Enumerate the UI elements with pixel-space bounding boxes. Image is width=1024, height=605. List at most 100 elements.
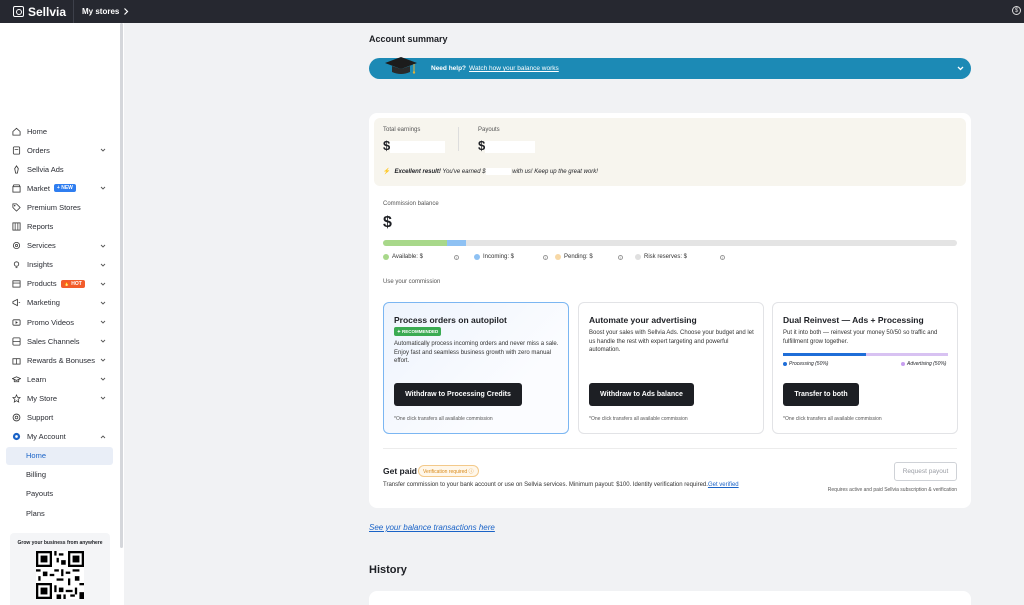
sidebar-item-support[interactable]: Support [6,409,113,427]
dollar-icon[interactable]: $ [1012,6,1021,15]
option-footnote: *One click transfers all available commi… [783,416,882,422]
option-advertising-card[interactable]: Automate your advertising Boost your sal… [578,302,764,434]
legend-risk: Risk reserves: $ i [635,254,726,260]
sidebar-item-learn[interactable]: Learn [6,370,113,388]
withdraw-processing-button[interactable]: Withdraw to Processing Credits [394,383,522,406]
option-title: Dual Reinvest — Ads + Processing [783,315,924,325]
reports-icon [12,222,21,231]
help-banner[interactable]: Need help? Watch how your balance works [369,57,971,79]
info-icon[interactable]: i [617,254,623,260]
sidebar-item-rewards-bonuses[interactable]: Rewards & Bonuses [6,351,113,369]
rewards-icon [12,356,21,365]
sidebar-item-label: Marketing [27,298,60,308]
chevron-down-icon [100,358,106,362]
info-icon[interactable]: i [720,254,726,260]
get-paid-title: Get paid [383,466,418,476]
sidebar-item-sales-channels[interactable]: Sales Channels [6,332,113,350]
sidebar-item-label: Reports [27,222,54,231]
chevron-up-icon [100,434,106,438]
sidebar-item-label: Services [27,241,56,251]
withdraw-ads-button[interactable]: Withdraw to Ads balance [589,383,694,406]
sidebar-item-market[interactable]: Market + NEW [6,179,113,197]
sidebar-item-label: Learn [27,374,47,384]
new-badge: + NEW [53,184,76,193]
learn-icon [12,375,21,384]
sidebar-scrollbar[interactable] [120,23,123,548]
sidebar-item-marketing[interactable]: Marketing [6,294,113,312]
top-bar: Sellvia My stores $ [0,0,1024,23]
sidebar-item-label: Products [27,279,57,289]
split-bar [783,353,948,356]
payout-requirement-note: Requires active and paid Sellvia subscri… [827,487,957,493]
verification-badge: Verification required ⓘ [418,465,479,477]
legend-incoming: Incoming: $ i [474,254,549,260]
info-icon[interactable]: i [543,254,549,260]
sidebar-subitem-billing[interactable]: Billing [6,466,113,484]
sidebar-item-reports[interactable]: Reports [6,218,113,236]
sidebar-item-label: My Account [27,432,66,442]
commission-balance-value: $ [383,214,452,232]
watch-balance-link[interactable]: Watch how your balance works [469,65,559,72]
qr-card: Grow your business from anywhere [10,533,110,605]
get-verified-link[interactable]: Get verified [708,482,739,488]
channels-icon [12,337,21,346]
sidebar-subitem-label: Plans [26,508,45,518]
commission-balance-bar [383,240,957,246]
option-footnote: *One click transfers all available commi… [394,416,493,422]
info-icon[interactable]: i [453,254,459,260]
option-autopilot-card[interactable]: Process orders on autopilot ✦ RECOMMENDE… [383,302,569,434]
insights-icon [12,260,21,269]
sidebar-item-label: Promo Videos [27,317,74,327]
sidebar-item-promo-videos[interactable]: Promo Videos [6,313,113,331]
home-icon [12,127,21,136]
sidebar-item-label: Sellvia Ads [27,164,64,174]
transfer-both-button[interactable]: Transfer to both [783,383,859,406]
sidebar-item-insights[interactable]: Insights [6,256,113,274]
qr-code[interactable] [36,551,84,599]
chevron-down-icon[interactable] [956,64,965,73]
sidebar-item-my-store[interactable]: My Store [6,389,113,407]
payouts-value: $ [478,138,536,153]
option-description: Automatically process incoming orders an… [394,341,559,364]
incoming-dot-icon [474,254,480,260]
chevron-down-icon [100,244,106,248]
pending-dot-icon [555,254,561,260]
my-stores-button[interactable]: My stores [74,7,137,16]
page-title: Account summary [369,34,448,44]
legend-available: Available: $ i [383,254,459,260]
chevron-right-icon [124,8,129,15]
sidebar-subitem-label: Billing [26,470,47,480]
divider [458,127,459,151]
sidebar-subitem-label: Payouts [26,489,54,499]
sidebar-item-my-account[interactable]: My Account [6,428,113,446]
sidebar-item-orders[interactable]: Orders [6,141,113,159]
available-dot-icon [383,254,389,260]
sidebar-item-products[interactable]: Products 🔥 HOT [6,275,113,293]
chevron-down-icon [100,148,106,152]
brand-logo[interactable]: Sellvia [0,0,73,23]
sidebar-item-services[interactable]: Services [6,237,113,255]
products-icon [12,279,21,288]
payouts-label: Payouts [478,127,500,133]
sidebar-subitem-home[interactable]: Home [6,446,113,465]
use-commission-label: Use your commission [383,279,441,285]
sidebar-subitem-payouts[interactable]: Payouts [6,485,113,503]
total-earnings-value: $ [383,138,446,153]
sidebar-item-label: Premium Stores [27,202,81,212]
my-stores-label: My stores [82,7,120,16]
commission-balance-label: Commission balance [383,201,439,207]
graduation-cap-icon [385,57,417,74]
balance-card: Total earnings $ Payouts $ ⚡ Excellent re… [369,113,971,508]
sidebar-item-label: Support [27,413,54,422]
balance-transactions-link[interactable]: See your balance transactions here [369,523,495,532]
sidebar-item-home[interactable]: Home [6,122,113,140]
option-dual-reinvest-card[interactable]: Dual Reinvest — Ads + Processing Put it … [772,302,958,434]
chevron-down-icon [100,263,106,267]
sidebar-item-premium-stores[interactable]: Premium Stores [6,198,113,216]
request-payout-button[interactable]: Request payout [894,462,957,481]
sidebar-subitem-label: Home [26,451,47,461]
get-paid-description: Transfer commission to your bank account… [383,482,739,488]
sidebar-item-label: Insights [27,260,53,270]
sidebar-subitem-plans[interactable]: Plans [6,504,113,522]
sidebar-item-sellvia-ads[interactable]: Sellvia Ads [6,160,113,178]
